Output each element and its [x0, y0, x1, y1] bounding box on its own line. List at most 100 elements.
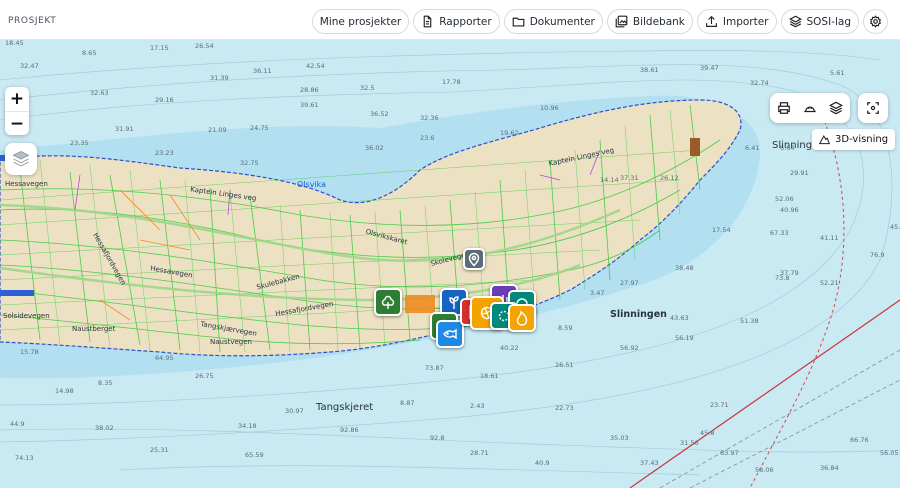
fire-marker[interactable] [508, 304, 536, 332]
mine-prosjekter-label: Mine prosjekter [319, 15, 402, 28]
depth-sounding: 41.11 [820, 234, 839, 242]
tree-marker[interactable] [374, 288, 402, 316]
bildebank-label: Bildebank [632, 15, 685, 28]
depth-sounding: 37.31 [620, 174, 639, 182]
depth-sounding: 14.14 [600, 176, 619, 184]
map-view[interactable]: 18.45 17.15 26.54 8.65 42.54 28.86 32.5 38.61 39… [0, 40, 900, 488]
depth-sounding: 36.02 [365, 144, 384, 152]
depth-sounding: 31.56 [680, 439, 699, 447]
depth-sounding: 92.8 [430, 434, 444, 442]
depth-sounding: 2.43 [470, 402, 484, 410]
depth-sounding: 26.12 [660, 174, 679, 182]
depth-sounding: 18.45 [5, 40, 24, 47]
depth-sounding: 6.41 [745, 144, 759, 152]
depth-sounding: 24.75 [250, 124, 269, 132]
fire-icon [516, 310, 528, 326]
depth-sounding: 67.33 [770, 229, 789, 237]
sosi-lag-label: SOSI-lag [806, 15, 852, 28]
depth-sounding: 45.91 [890, 223, 900, 231]
sosi-lag-button[interactable]: SOSI-lag [780, 9, 859, 34]
rapporter-label: Rapporter [439, 15, 492, 28]
depth-sounding: 8.59 [558, 324, 572, 332]
depth-sounding: 37.43 [640, 459, 659, 467]
road-naustvegen: Naustvegen [210, 338, 252, 346]
depth-sounding: 36.11 [253, 67, 272, 75]
depth-sounding: 45.8 [700, 429, 714, 437]
depth-sounding: 8.87 [400, 399, 414, 407]
focus-icon [867, 102, 879, 114]
project-label: PROSJEKT [8, 16, 57, 26]
bildebank-button[interactable]: Bildebank [606, 9, 693, 34]
mountain-icon [819, 135, 830, 145]
depth-sounding: 23.71 [710, 401, 729, 409]
depth-sounding: 63.97 [720, 449, 739, 457]
road-hessavegen: Hessavegen [5, 180, 48, 188]
layers-icon[interactable] [829, 101, 843, 115]
depth-sounding: 25.31 [150, 446, 169, 454]
depth-sounding: 5.61 [830, 69, 844, 77]
zoom-in-button[interactable]: + [5, 87, 29, 111]
depth-sounding: 65.59 [245, 451, 264, 459]
depth-sounding: 31.39 [210, 74, 229, 82]
depth-sounding: 44.9 [10, 420, 24, 428]
print-icon[interactable] [777, 101, 791, 115]
gear-icon [869, 15, 882, 28]
depth-sounding: 32.36 [420, 114, 439, 122]
depth-sounding: 21.09 [208, 126, 227, 134]
pin-marker[interactable] [463, 248, 485, 270]
layers-icon [788, 15, 802, 28]
depth-sounding: 17.15 [150, 44, 169, 52]
depth-sounding: 32.63 [90, 89, 109, 97]
depth-sounding: 14.98 [55, 387, 74, 395]
depth-sounding: 15.78 [20, 348, 39, 356]
mine-prosjekter-button[interactable]: Mine prosjekter [311, 9, 410, 34]
depth-sounding: 38.61 [640, 66, 659, 74]
depth-sounding: 73.8 [775, 274, 789, 282]
top-nav: Mine prosjekter Rapporter Dokumenter Bil… [311, 9, 888, 34]
road-naustberget: Naustberget [72, 325, 116, 333]
3d-view-label: 3D-visning [835, 134, 889, 145]
depth-sounding: 40.22 [500, 344, 519, 352]
depth-sounding: 32.47 [20, 62, 39, 70]
depth-sounding: 76.9 [870, 251, 884, 259]
depth-sounding: 18.61 [480, 372, 499, 380]
depth-sounding: 38.02 [95, 424, 114, 432]
3d-view-button[interactable]: 3D-visning [812, 129, 896, 150]
depth-sounding: 30.97 [285, 407, 304, 415]
depth-sounding: 56.92 [620, 344, 639, 352]
fish-marker[interactable] [436, 320, 464, 348]
place-tangskjeret: Tangskjeret [316, 402, 374, 413]
importer-label: Importer [722, 15, 769, 28]
fit-view-button[interactable] [858, 93, 888, 123]
depth-sounding: 40.96 [780, 206, 799, 214]
depth-sounding: 66.76 [850, 436, 869, 444]
dokumenter-button[interactable]: Dokumenter [503, 9, 603, 34]
importer-button[interactable]: Importer [696, 9, 777, 34]
settings-button[interactable] [863, 9, 888, 34]
rapporter-button[interactable]: Rapporter [413, 9, 500, 34]
basemap-layers-button[interactable] [5, 143, 37, 175]
depth-sounding: 32.75 [240, 159, 259, 167]
depth-sounding: 39.61 [300, 101, 319, 109]
depth-sounding: 52.06 [775, 195, 794, 203]
nautical-map[interactable]: 18.45 17.15 26.54 8.65 42.54 28.86 32.5 38.61 39… [0, 40, 900, 488]
depth-sounding: 28.86 [300, 86, 319, 94]
depth-sounding: 17.78 [442, 78, 461, 86]
measure-icon[interactable] [803, 101, 817, 115]
depth-sounding: 23.6 [420, 134, 434, 142]
depth-sounding: 3.47 [590, 289, 604, 297]
tree-icon [381, 295, 395, 309]
depth-sounding: 29.16 [155, 96, 174, 104]
top-bar: PROSJEKT Mine prosjekter Rapporter Dokum… [0, 0, 900, 40]
layers-stack-icon [12, 151, 30, 167]
depth-sounding: 58.06 [755, 466, 774, 474]
depth-sounding: 27.97 [620, 279, 639, 287]
upload-icon [705, 15, 717, 27]
depth-sounding: 43.63 [670, 314, 689, 322]
depth-sounding: 26.75 [195, 372, 214, 380]
depth-sounding: 23.35 [70, 139, 89, 147]
zoom-out-button[interactable]: − [5, 111, 29, 135]
dokumenter-label: Dokumenter [529, 15, 595, 28]
depth-sounding: 74.13 [15, 454, 34, 462]
depth-sounding: 38.48 [675, 264, 694, 272]
